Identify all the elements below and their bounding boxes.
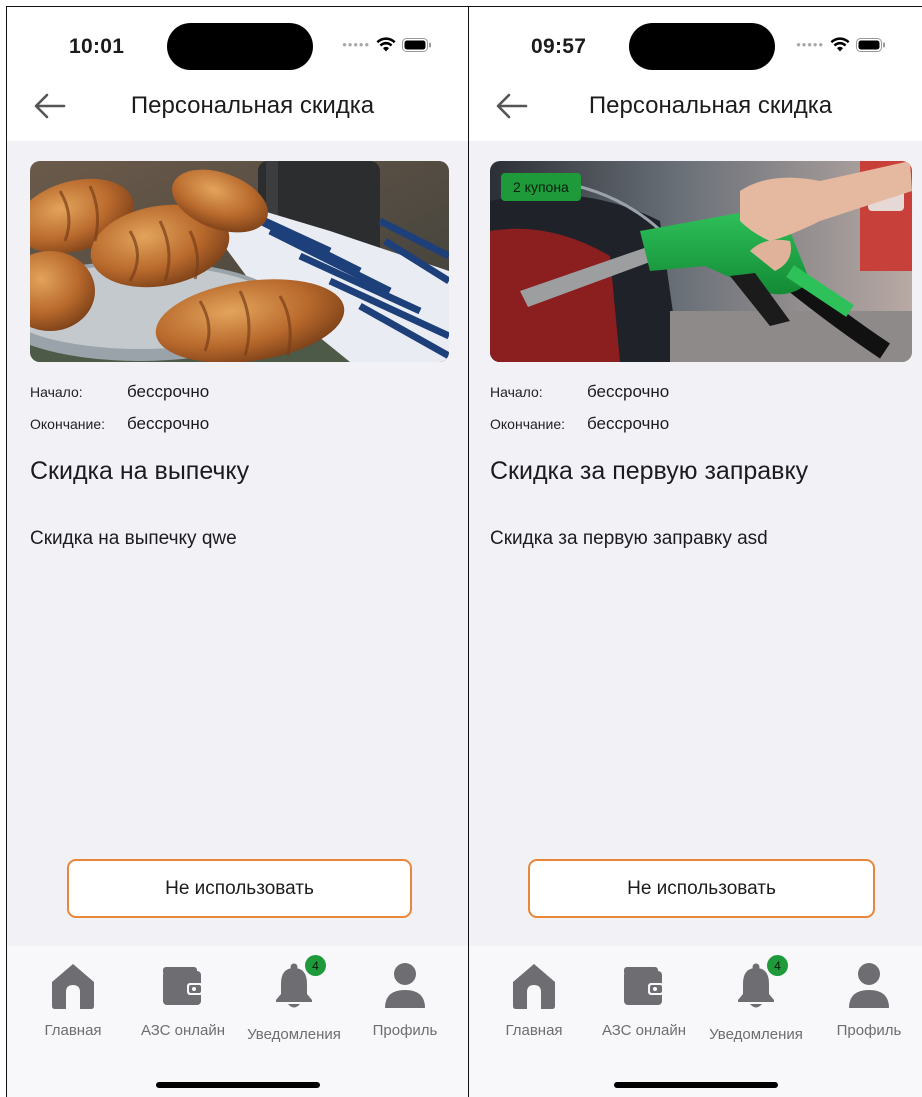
person-icon bbox=[849, 963, 889, 1008]
notification-count-badge: 4 bbox=[767, 955, 788, 976]
tab-label: АЗС онлайн bbox=[140, 1022, 226, 1039]
promo-title: Скидка за первую заправку bbox=[490, 457, 809, 485]
end-value: бессрочно bbox=[127, 414, 210, 433]
home-indicator bbox=[613, 1082, 778, 1088]
end-date-row: Окончание: бессрочно bbox=[30, 414, 209, 446]
tab-label: Главная bbox=[505, 1022, 563, 1039]
do-not-use-button[interactable]: Не использовать bbox=[528, 859, 875, 918]
end-value: бессрочно bbox=[587, 414, 670, 433]
end-label: Окончание: bbox=[30, 416, 105, 432]
person-icon bbox=[385, 963, 425, 1008]
start-date-row: Начало: бессрочно bbox=[30, 382, 209, 414]
tab-profile[interactable]: Профиль bbox=[814, 960, 922, 1039]
home-icon bbox=[513, 964, 555, 1009]
wallet-icon bbox=[624, 967, 664, 1005]
battery-icon bbox=[856, 37, 885, 52]
do-not-use-button[interactable]: Не использовать bbox=[67, 859, 412, 918]
start-date-row: Начало: бессрочно bbox=[490, 382, 669, 414]
end-label: Окончание: bbox=[490, 416, 565, 432]
status-icons: ••••• bbox=[796, 37, 886, 52]
tab-bar: Главная АЗС онлайн 4 Уведомления Профиль bbox=[7, 946, 468, 1097]
top-bar: 09:57 ••••• Персональная скидка bbox=[469, 7, 922, 141]
notification-count-badge: 4 bbox=[305, 955, 326, 976]
tab-azs-online[interactable]: АЗС онлайн bbox=[128, 960, 238, 1039]
tab-home[interactable]: Главная bbox=[18, 960, 128, 1039]
croissants-photo bbox=[30, 161, 449, 362]
home-indicator bbox=[155, 1082, 320, 1088]
tab-label: АЗС онлайн bbox=[601, 1022, 687, 1039]
validity-dates: Начало: бессрочно Окончание: бессрочно bbox=[490, 382, 669, 446]
start-label: Начало: bbox=[30, 384, 83, 400]
phone-screen-bakery: 10:01 ••••• Персональная скидка Начало: … bbox=[6, 6, 469, 1097]
page-title: Персональная скидка bbox=[130, 92, 375, 119]
home-icon bbox=[52, 964, 94, 1009]
top-bar: 10:01 ••••• Персональная скидка bbox=[7, 7, 468, 141]
wallet-icon bbox=[163, 967, 203, 1005]
coupon-count-badge: 2 купона bbox=[501, 173, 581, 201]
start-label: Начало: bbox=[490, 384, 543, 400]
wifi-icon bbox=[830, 37, 850, 52]
tab-label: Уведомления bbox=[709, 1026, 803, 1043]
tab-label: Главная bbox=[44, 1022, 102, 1039]
tab-profile[interactable]: Профиль bbox=[350, 960, 460, 1039]
promo-banner-image: 2 купона bbox=[490, 161, 912, 362]
signal-dots-icon: ••••• bbox=[342, 37, 370, 52]
validity-dates: Начало: бессрочно Окончание: бессрочно bbox=[30, 382, 209, 446]
status-icons: ••••• bbox=[342, 37, 432, 52]
page-title: Персональная скидка bbox=[588, 92, 833, 119]
dynamic-island bbox=[167, 23, 313, 70]
promo-banner-image bbox=[30, 161, 449, 362]
tab-home[interactable]: Главная bbox=[479, 960, 589, 1039]
tab-azs-online[interactable]: АЗС онлайн bbox=[589, 960, 699, 1039]
phone-screen-fuel: 09:57 ••••• Персональная скидка 2 купона… bbox=[468, 6, 922, 1097]
tab-bar: Главная АЗС онлайн 4 Уведомления Профиль bbox=[469, 946, 922, 1097]
dynamic-island bbox=[629, 23, 775, 70]
tab-notifications[interactable]: 4 Уведомления bbox=[239, 955, 349, 1043]
battery-icon bbox=[402, 37, 431, 52]
tab-label: Профиль bbox=[372, 1022, 438, 1039]
status-time: 09:57 bbox=[531, 35, 587, 58]
promo-title: Скидка на выпечку bbox=[30, 457, 250, 485]
promo-description: Скидка за первую заправку asd bbox=[490, 528, 768, 549]
start-value: бессрочно bbox=[127, 382, 210, 401]
status-time: 10:01 bbox=[69, 35, 125, 58]
start-value: бессрочно bbox=[587, 382, 670, 401]
signal-dots-icon: ••••• bbox=[796, 37, 824, 52]
promo-description: Скидка на выпечку qwe bbox=[30, 528, 237, 549]
tab-notifications[interactable]: 4 Уведомления bbox=[701, 955, 811, 1043]
tab-label: Профиль bbox=[836, 1022, 902, 1039]
wifi-icon bbox=[376, 37, 396, 52]
tab-label: Уведомления bbox=[247, 1026, 341, 1043]
end-date-row: Окончание: бессрочно bbox=[490, 414, 669, 446]
